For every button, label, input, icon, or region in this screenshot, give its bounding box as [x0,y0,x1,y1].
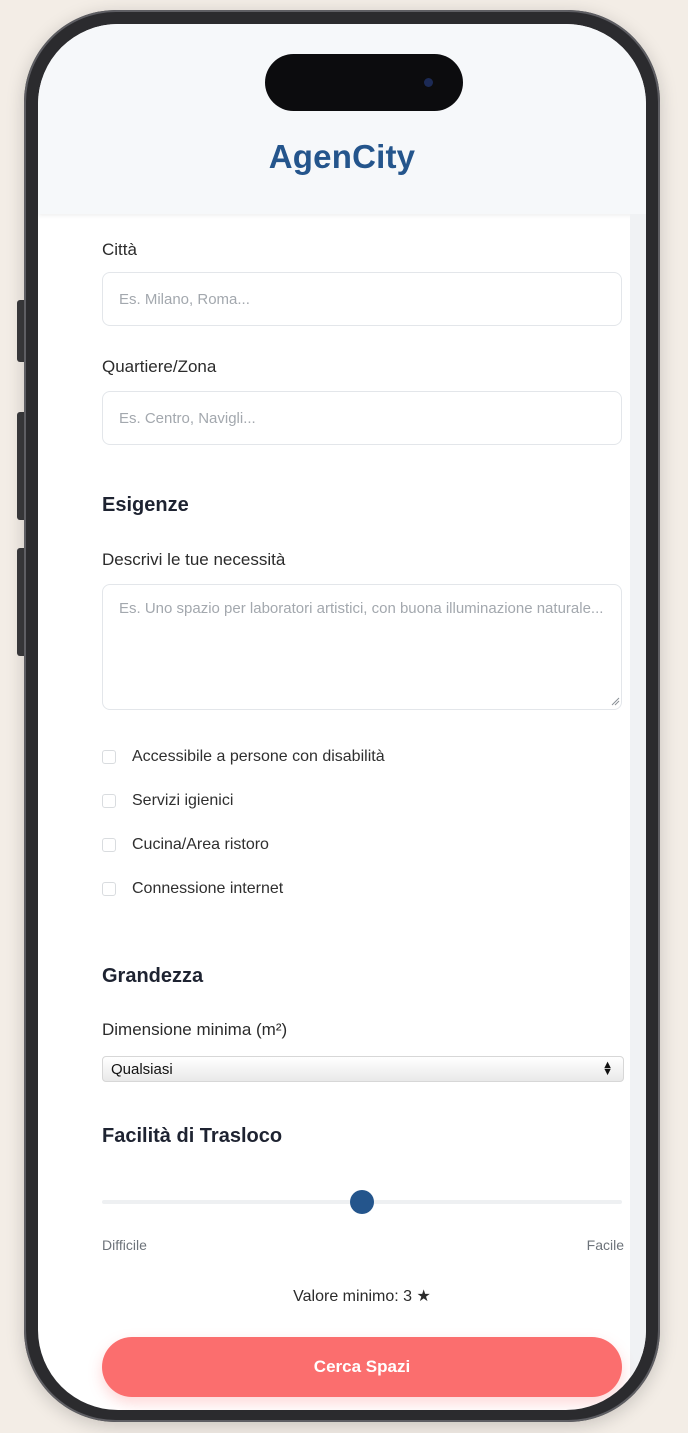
select-arrows-icon: ▲ ▼ [602,1059,613,1078]
checkbox-box[interactable] [102,750,116,764]
description-textarea[interactable] [102,584,622,710]
checkbox-box[interactable] [102,794,116,808]
min-size-select[interactable]: Qualsiasi ▲ ▼ [102,1056,624,1082]
moving-slider-thumb[interactable] [350,1190,374,1214]
checkbox-kitchen[interactable]: Cucina/Area ristoro [102,833,622,857]
checkbox-box[interactable] [102,882,116,896]
checkbox-label: Accessibile a persone con disabilità [132,748,385,765]
city-label: Città [102,240,137,259]
dynamic-island [265,54,463,111]
zone-label: Quartiere/Zona [102,357,217,376]
select-value: Qualsiasi [111,1060,173,1078]
search-spaces-button[interactable]: Cerca Spazi [102,1337,622,1397]
checkbox-internet[interactable]: Connessione internet [102,877,622,901]
checkbox-toilets[interactable]: Servizi igienici [102,789,622,813]
description-label: Descrivi le tue necessità [102,550,286,569]
device-mockup: AgenCity Città Quartiere/Zona Esigenze D… [0,0,688,1433]
min-size-label: Dimensione minima (m²) [102,1020,288,1039]
phone-screen: AgenCity Città Quartiere/Zona Esigenze D… [38,24,646,1410]
min-value-text: Valore minimo: 3 ★ [293,1288,431,1305]
slider-high-label: Facile [586,1237,624,1253]
slider-low-label: Difficile [102,1237,147,1253]
checkbox-label: Servizi igienici [132,792,234,809]
checkbox-box[interactable] [102,838,116,852]
camera-icon [424,78,433,87]
checkbox-accessible[interactable]: Accessibile a persone con disabilità [102,745,622,769]
moving-section-title: Facilità di Trasloco [102,1125,283,1147]
size-section-title: Grandezza [102,965,204,987]
city-input[interactable] [102,272,622,326]
checkbox-label: Cucina/Area ristoro [132,836,269,853]
resize-grip-icon[interactable] [610,696,620,706]
app-title: AgenCity [268,138,416,175]
scroll-gutter [630,214,646,1410]
needs-section-title: Esigenze [102,494,189,516]
zone-input[interactable] [102,391,622,445]
checkbox-label: Connessione internet [132,880,284,897]
app-header: AgenCity [38,24,646,214]
